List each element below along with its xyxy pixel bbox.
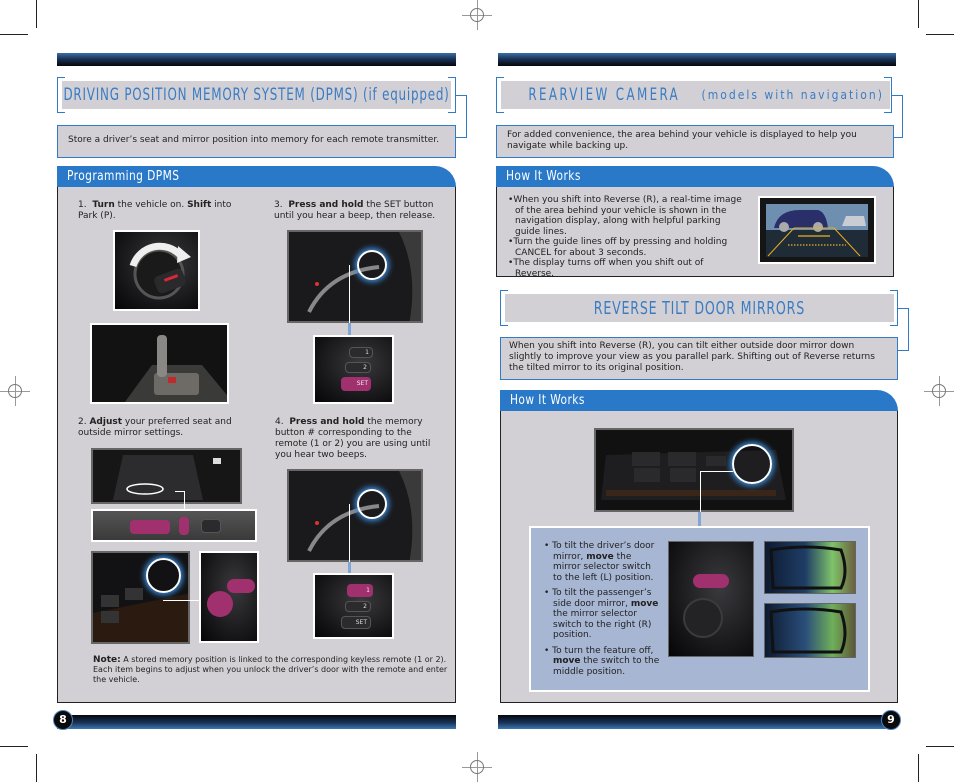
page-number: 8	[53, 710, 73, 730]
dpms-intro: Store a driver’s seat and mirror positio…	[57, 125, 456, 158]
ignition-key-photo	[113, 230, 200, 311]
mirror-knob	[207, 591, 233, 617]
set-button: SET	[341, 377, 371, 391]
set-button-closeup-photo: 1 2 SET	[313, 335, 394, 404]
dpms-title-suffix: (if equipped)	[362, 85, 450, 105]
mirror-selector-switch	[693, 574, 729, 588]
mirrors-how-it-works-header: How It Works	[500, 390, 898, 411]
crop-mark	[0, 34, 28, 35]
title-connector	[897, 308, 909, 351]
mirror-glass-icon	[769, 545, 847, 590]
registration-mark	[462, 0, 492, 30]
door-panel-photo-step3	[287, 230, 423, 323]
top-header-bar	[498, 53, 896, 66]
mirror-callout-circle	[146, 558, 181, 593]
crop-mark	[918, 754, 919, 782]
set-button: SET	[341, 616, 371, 629]
mirror-selector-closeup-photo	[199, 551, 259, 643]
seat-lumbar-button	[201, 519, 221, 533]
mirrors-title: REVERSE TILT DOOR MIRRORS	[505, 294, 894, 322]
memory-button-1: 1	[347, 584, 373, 597]
camera-intro: For added convenience, the area behind y…	[496, 125, 894, 158]
top-header-bar	[57, 53, 456, 66]
driver-mirror-view-photo	[764, 541, 856, 594]
gear-shifter-photo	[90, 323, 229, 404]
mirror-bullet: To tilt the passenger’s side door mirror…	[543, 588, 661, 641]
camera-title-text: REARVIEW CAMERA	[528, 85, 681, 105]
step-3: 3. Press and hold the SET button until y…	[274, 200, 436, 221]
camera-bullet: Turn the guide lines off by pressing and…	[507, 237, 745, 258]
shifter-icon	[92, 325, 227, 402]
dpms-title: DRIVING POSITION MEMORY SYSTEM (DPMS) (i…	[62, 81, 451, 109]
ignition-key-icon	[129, 242, 191, 300]
title-connector	[455, 95, 467, 138]
mirror-selector-switch	[227, 579, 255, 593]
door-handle-icon	[289, 471, 421, 560]
callout-line	[163, 600, 201, 601]
mirror-adjust-knob	[683, 598, 723, 638]
camera-how-it-works-header: How It Works	[496, 166, 894, 187]
passenger-mirror-view-photo	[764, 603, 856, 658]
callout-line	[349, 265, 350, 323]
seat-photo	[91, 448, 242, 504]
memory-button-1: 1	[349, 347, 373, 358]
memory-buttons-callout	[357, 250, 387, 280]
door-handle-icon	[289, 232, 421, 321]
camera-bullet: The display turns off when you shift out…	[507, 258, 745, 279]
crop-mark	[36, 754, 37, 782]
parking-guide-lines-icon	[766, 204, 868, 257]
callout-line	[698, 512, 701, 526]
camera-bullet: When you shift into Reverse (R), a real-…	[507, 195, 745, 237]
programming-dpms-header: Programming DPMS	[57, 166, 456, 187]
mirror-glass-icon	[769, 607, 847, 654]
seat-recline-button	[179, 517, 189, 535]
registration-mark	[462, 752, 492, 782]
bottom-footer-bar	[57, 715, 456, 729]
rearview-camera-display-photo	[758, 196, 876, 264]
crop-mark	[0, 746, 28, 747]
memory-button-closeup-photo: 1 2 SET	[313, 573, 394, 639]
callout-line	[349, 504, 350, 562]
mirror-selector-callout	[732, 444, 772, 484]
memory-button-2: 2	[345, 601, 371, 612]
callout-line	[700, 471, 701, 513]
seat-switch-photo	[91, 509, 257, 542]
memory-button-2: 2	[345, 362, 371, 373]
mirror-selector-switch-photo	[668, 541, 754, 657]
camera-title-suffix: (models with navigation)	[701, 88, 884, 102]
camera-bullets: When you shift into Reverse (R), a real-…	[507, 195, 745, 279]
dpms-title-text: DRIVING POSITION MEMORY SYSTEM (DPMS)	[63, 85, 359, 105]
camera-title: REARVIEW CAMERA (models with navigation)	[501, 81, 890, 109]
mirror-bullet: To tilt the driver’s door mirror, move t…	[543, 541, 661, 583]
mirrors-intro: When you shift into Reverse (R), you can…	[500, 337, 898, 380]
crop-mark	[918, 0, 919, 28]
crop-mark	[36, 0, 37, 28]
mirror-bullets: To tilt the driver’s door mirror, move t…	[543, 541, 661, 682]
door-panel-photo-step4	[287, 469, 423, 562]
memory-buttons-callout	[357, 489, 387, 519]
callout-line	[184, 491, 185, 509]
callout-line	[348, 323, 351, 335]
mirrors-title-text: REVERSE TILT DOOR MIRRORS	[593, 297, 806, 319]
page-number: 9	[881, 710, 901, 730]
crop-mark	[926, 746, 954, 747]
bottom-footer-bar	[498, 715, 896, 729]
crop-mark	[926, 34, 954, 35]
dpms-note: Note: A stored memory position is linked…	[93, 655, 448, 684]
callout-line	[700, 471, 733, 472]
step-2: 2. Adjust your preferred seat and outsid…	[78, 417, 232, 438]
seat-icon	[93, 450, 240, 502]
seat-slide-button	[130, 520, 170, 534]
step-4: 4. Press and hold the memory button # co…	[275, 417, 431, 460]
registration-mark	[924, 376, 954, 406]
step-1: 1. Turn the vehicle on. Shift into Park …	[78, 200, 232, 221]
registration-mark	[0, 376, 30, 406]
mirror-bullet: To turn the feature off, move the switch…	[543, 646, 661, 678]
